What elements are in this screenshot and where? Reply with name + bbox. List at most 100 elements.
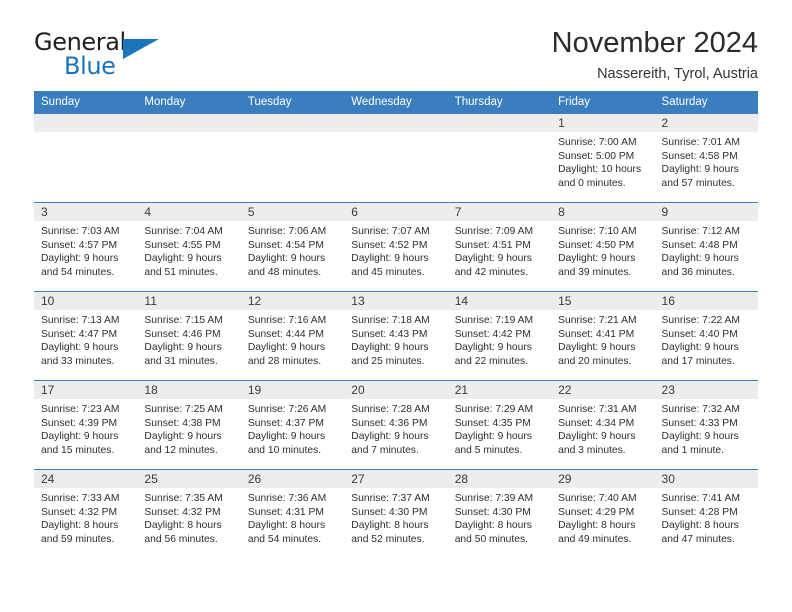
day-details: Sunrise: 7:16 AM Sunset: 4:44 PM Daylight:…	[241, 310, 344, 368]
day-details: Sunrise: 7:36 AM Sunset: 4:31 PM Daylight:…	[241, 488, 344, 546]
daylight-text-line1: Daylight: 8 hours	[144, 520, 222, 532]
calendar-day-cell[interactable]: 19 Sunrise: 7:26 AM Sunset: 4:37 PM Dayligh…	[240, 380, 345, 470]
weekday-header-saturday: Saturday	[654, 91, 758, 114]
calendar-day-cell[interactable]: 5 Sunrise: 7:06 AM Sunset: 4:54 PM Daylight…	[240, 202, 345, 292]
daylight-text-line1: Daylight: 8 hours	[351, 520, 429, 532]
sunset-text: Sunset: 4:46 PM	[144, 328, 221, 340]
daylight-text-line2: and 56 minutes.	[144, 533, 218, 545]
day-number: 24	[34, 470, 138, 488]
sunrise-text: Sunrise: 7:33 AM	[41, 493, 120, 504]
daylight-text-line1: Daylight: 9 hours	[144, 342, 222, 354]
daylight-text-line1: Daylight: 9 hours	[41, 431, 119, 443]
calendar-day-cell[interactable]: 13 Sunrise: 7:18 AM Sunset: 4:43 PM Dayligh…	[344, 291, 448, 381]
sunrise-text: Sunrise: 7:39 AM	[454, 493, 534, 504]
sunrise-text: Sunrise: 7:01 AM	[661, 137, 740, 148]
calendar-day-cell[interactable]: 22 Sunrise: 7:31 AM Sunset: 4:34 PM Dayligh…	[551, 380, 655, 470]
day-number: 13	[344, 292, 448, 310]
daylight-text-line1: Daylight: 8 hours	[661, 520, 739, 532]
calendar-day-cell[interactable]: 29 Sunrise: 7:40 AM Sunset: 4:29 PM Dayligh…	[551, 469, 655, 558]
triangle-flag-icon	[123, 39, 159, 59]
sunset-text: Sunset: 4:55 PM	[144, 239, 221, 251]
day-number: 17	[34, 381, 138, 399]
sunrise-text: Sunrise: 7:07 AM	[351, 226, 430, 237]
daylight-text-line1: Daylight: 9 hours	[247, 253, 326, 265]
calendar-day-cell[interactable]: 18 Sunrise: 7:25 AM Sunset: 4:38 PM Dayligh…	[137, 380, 241, 470]
calendar-day-cell[interactable]: 23 Sunrise: 7:32 AM Sunset: 4:33 PM Dayligh…	[654, 380, 758, 470]
day-number	[344, 114, 448, 132]
day-details: Sunrise: 7:23 AM Sunset: 4:39 PM Daylight:…	[34, 399, 137, 457]
day-details: Sunrise: 7:40 AM Sunset: 4:29 PM Daylight:…	[551, 488, 654, 546]
calendar-day-cell[interactable]: 6 Sunrise: 7:07 AM Sunset: 4:52 PM Daylight…	[344, 202, 448, 292]
sunset-text: Sunset: 4:38 PM	[144, 417, 221, 429]
calendar-day-cell[interactable]: 25 Sunrise: 7:35 AM Sunset: 4:32 PM Dayligh…	[137, 469, 241, 558]
day-details: Sunrise: 7:15 AM Sunset: 4:46 PM Daylight:…	[137, 310, 240, 368]
calendar-day-cell[interactable]: 15 Sunrise: 7:21 AM Sunset: 4:41 PM Dayligh…	[551, 291, 655, 381]
weekday-header-thursday: Thursday	[447, 91, 552, 114]
sunrise-text: Sunrise: 7:06 AM	[247, 226, 327, 237]
day-details: Sunrise: 7:06 AM Sunset: 4:54 PM Daylight:…	[241, 221, 344, 279]
sunrise-text: Sunrise: 7:40 AM	[558, 493, 637, 504]
calendar-day-cell[interactable]: 11 Sunrise: 7:15 AM Sunset: 4:46 PM Dayligh…	[137, 291, 241, 381]
weekday-header-monday: Monday	[137, 91, 241, 114]
sunset-text: Sunset: 4:41 PM	[558, 328, 635, 340]
daylight-text-line1: Daylight: 9 hours	[41, 253, 119, 265]
sunrise-text: Sunrise: 7:36 AM	[247, 493, 327, 504]
day-number: 18	[137, 381, 241, 399]
calendar-day-cell[interactable]: 20 Sunrise: 7:28 AM Sunset: 4:36 PM Dayligh…	[344, 380, 448, 470]
calendar-empty-cell	[240, 113, 345, 203]
daylight-text-line2: and 7 minutes.	[351, 444, 419, 456]
calendar-day-cell[interactable]: 12 Sunrise: 7:16 AM Sunset: 4:44 PM Dayligh…	[240, 291, 345, 381]
calendar-day-cell[interactable]: 9 Sunrise: 7:12 AM Sunset: 4:48 PM Daylight…	[654, 202, 758, 292]
sunrise-text: Sunrise: 7:41 AM	[661, 493, 740, 504]
calendar-day-cell[interactable]: 8 Sunrise: 7:10 AM Sunset: 4:50 PM Daylight…	[551, 202, 655, 292]
calendar-day-cell[interactable]: 14 Sunrise: 7:19 AM Sunset: 4:42 PM Dayligh…	[447, 291, 552, 381]
calendar-day-cell[interactable]: 16 Sunrise: 7:22 AM Sunset: 4:40 PM Dayligh…	[654, 291, 758, 381]
calendar-day-cell[interactable]: 26 Sunrise: 7:36 AM Sunset: 4:31 PM Dayligh…	[240, 469, 345, 558]
calendar-day-cell[interactable]: 24 Sunrise: 7:33 AM Sunset: 4:32 PM Dayligh…	[34, 469, 138, 558]
calendar-day-cell[interactable]: 21 Sunrise: 7:29 AM Sunset: 4:35 PM Dayligh…	[447, 380, 552, 470]
calendar-day-cell[interactable]: 3 Sunrise: 7:03 AM Sunset: 4:57 PM Daylight…	[34, 202, 138, 292]
calendar-day-cell[interactable]: 28 Sunrise: 7:39 AM Sunset: 4:30 PM Dayligh…	[447, 469, 552, 558]
day-number: 30	[654, 470, 758, 488]
day-number: 25	[137, 470, 241, 488]
brand-logo[interactable]: General Blue	[34, 28, 164, 80]
day-number: 8	[551, 203, 655, 221]
sunrise-text: Sunrise: 7:12 AM	[661, 226, 740, 237]
sunset-text: Sunset: 5:00 PM	[558, 150, 635, 162]
day-number: 16	[654, 292, 758, 310]
daylight-text-line1: Daylight: 9 hours	[454, 253, 532, 265]
sunset-text: Sunset: 4:30 PM	[351, 506, 428, 518]
calendar-day-cell[interactable]: 2 Sunrise: 7:01 AM Sunset: 4:58 PM Daylight…	[654, 113, 758, 203]
calendar-day-cell[interactable]: 4 Sunrise: 7:04 AM Sunset: 4:55 PM Daylight…	[137, 202, 241, 292]
calendar-day-cell[interactable]: 10 Sunrise: 7:13 AM Sunset: 4:47 PM Dayligh…	[34, 291, 138, 381]
day-number: 7	[447, 203, 552, 221]
calendar-day-cell[interactable]: 27 Sunrise: 7:37 AM Sunset: 4:30 PM Dayligh…	[344, 469, 448, 558]
sunset-text: Sunset: 4:47 PM	[41, 328, 118, 340]
daylight-text-line1: Daylight: 9 hours	[454, 431, 532, 443]
daylight-text-line2: and 12 minutes.	[144, 444, 218, 456]
calendar-body: 1 Sunrise: 7:00 AM Sunset: 5:00 PM Daylight…	[34, 113, 758, 558]
daylight-text-line1: Daylight: 8 hours	[41, 520, 119, 532]
calendar-day-cell[interactable]: 17 Sunrise: 7:23 AM Sunset: 4:39 PM Dayligh…	[34, 380, 138, 470]
sunrise-text: Sunrise: 7:19 AM	[454, 315, 534, 326]
day-details: Sunrise: 7:19 AM Sunset: 4:42 PM Daylight:…	[448, 310, 551, 368]
daylight-text-line1: Daylight: 9 hours	[454, 342, 532, 354]
calendar-day-cell[interactable]: 1 Sunrise: 7:00 AM Sunset: 5:00 PM Daylight…	[551, 113, 655, 203]
sunset-text: Sunset: 4:52 PM	[351, 239, 428, 251]
day-details: Sunrise: 7:07 AM Sunset: 4:52 PM Daylight:…	[344, 221, 447, 279]
sunset-text: Sunset: 4:58 PM	[661, 150, 738, 162]
daylight-text-line1: Daylight: 8 hours	[454, 520, 532, 532]
day-number: 4	[137, 203, 241, 221]
sunset-text: Sunset: 4:29 PM	[558, 506, 635, 518]
sunset-text: Sunset: 4:31 PM	[247, 506, 324, 518]
weekday-header-sunday: Sunday	[34, 91, 138, 114]
calendar-week-row: 1 Sunrise: 7:00 AM Sunset: 5:00 PM Daylight…	[34, 113, 758, 203]
day-details: Sunrise: 7:03 AM Sunset: 4:57 PM Daylight:…	[34, 221, 137, 279]
day-number: 2	[654, 114, 758, 132]
sunset-text: Sunset: 4:34 PM	[558, 417, 635, 429]
calendar-day-cell[interactable]: 30 Sunrise: 7:41 AM Sunset: 4:28 PM Dayligh…	[654, 469, 758, 558]
day-details: Sunrise: 7:25 AM Sunset: 4:38 PM Daylight:…	[137, 399, 240, 457]
day-details: Sunrise: 7:35 AM Sunset: 4:32 PM Daylight:…	[137, 488, 240, 546]
calendar-day-cell[interactable]: 7 Sunrise: 7:09 AM Sunset: 4:51 PM Daylight…	[447, 202, 552, 292]
day-details: Sunrise: 7:37 AM Sunset: 4:30 PM Daylight:…	[344, 488, 447, 546]
